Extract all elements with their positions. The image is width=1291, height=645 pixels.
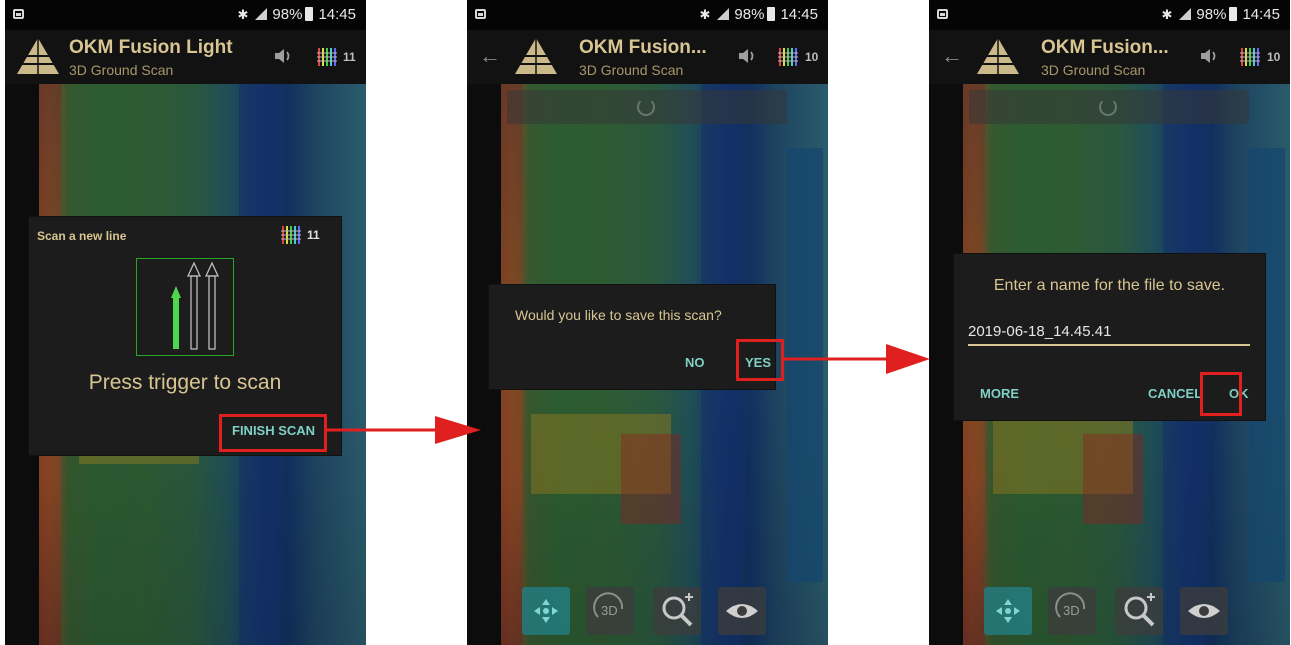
speaker-icon[interactable] [1199, 46, 1219, 66]
eye-icon [726, 604, 758, 618]
signal-icon [1179, 8, 1192, 20]
zoom-icon [1124, 593, 1155, 627]
eye-icon [1188, 604, 1220, 618]
status-bar: ✱ 98% 14:45 [929, 0, 1290, 30]
battery-percent: 98% [272, 6, 303, 23]
bluetooth-icon: ✱ [1161, 7, 1173, 22]
status-bar: ✱ 98% 14:45 [5, 0, 366, 30]
highlight-box [1200, 372, 1242, 416]
dialog-line-count: 11 [307, 228, 320, 242]
more-button[interactable]: MORE [980, 386, 1019, 401]
screenshot-icon [937, 9, 948, 19]
signal-icon [255, 8, 268, 20]
battery-icon [767, 7, 776, 21]
line-count: 10 [1267, 50, 1281, 64]
app-bar: ← OKM Fusion... 3D Ground Scan 10 [467, 30, 828, 84]
clock: 14:45 [780, 6, 818, 23]
phone-screen-3: ✱ 98% 14:45 ← OKM Fusion... 3D Ground Scan… [929, 0, 1290, 645]
rotate-3d-button[interactable]: 3D [1048, 587, 1096, 635]
scan-lines-icon[interactable] [777, 46, 799, 68]
move-icon [996, 599, 1020, 623]
rotate-3d-button[interactable]: 3D [586, 587, 634, 635]
highlight-box [219, 414, 327, 452]
speaker-icon[interactable] [273, 46, 293, 66]
filename-input[interactable] [968, 318, 1250, 346]
okm-logo-icon [17, 38, 59, 74]
status-bar: ✱ 98% 14:45 [467, 0, 828, 30]
phone-screen-1: ✱ 98% 14:45 OKM Fusion Light 3D Ground Sca… [5, 0, 366, 645]
okm-logo-icon [515, 38, 557, 74]
move-button[interactable] [984, 587, 1032, 635]
scan-lines-icon[interactable] [316, 46, 338, 68]
battery-percent: 98% [734, 6, 765, 23]
bluetooth-icon: ✱ [237, 7, 249, 22]
loading-bar [969, 90, 1249, 124]
save-scan-dialog: Would you like to save this scan? NO YES [489, 285, 775, 389]
battery-percent: 98% [1196, 6, 1227, 23]
speaker-icon[interactable] [737, 46, 757, 66]
move-icon [534, 599, 558, 623]
rotate-3d-label: 3D [1063, 603, 1080, 618]
line-count: 11 [343, 50, 356, 64]
app-title: OKM Fusion Light [69, 37, 233, 58]
battery-icon [305, 7, 314, 21]
app-subtitle: 3D Ground Scan [579, 62, 684, 78]
dialog-prompt: Enter a name for the file to save. [993, 277, 1226, 294]
view-button[interactable] [718, 587, 766, 635]
loading-bar [507, 90, 787, 124]
signal-icon [717, 8, 730, 20]
flow-arrow-1 [327, 416, 481, 444]
dialog-title: Scan a new line [37, 229, 127, 243]
app-subtitle: 3D Ground Scan [69, 62, 174, 78]
back-arrow-icon[interactable]: ← [479, 43, 501, 69]
scan-direction-icon [136, 258, 234, 356]
line-count: 10 [805, 50, 819, 64]
scan-lines-icon [281, 226, 301, 244]
clock: 14:45 [1242, 6, 1280, 23]
highlight-box [736, 339, 784, 381]
bluetooth-icon: ✱ [699, 7, 711, 22]
app-subtitle: 3D Ground Scan [1041, 62, 1146, 78]
scan-lines-icon[interactable] [1239, 46, 1261, 68]
okm-logo-icon [977, 38, 1019, 74]
app-bar: OKM Fusion Light 3D Ground Scan 11 [5, 30, 366, 84]
zoom-icon [662, 593, 693, 627]
no-button[interactable]: NO [685, 355, 705, 370]
battery-icon [1229, 7, 1238, 21]
rotate-3d-label: 3D [601, 603, 618, 618]
zoom-button[interactable] [653, 587, 701, 635]
move-button[interactable] [522, 587, 570, 635]
dialog-question: Would you like to save this scan? [515, 307, 722, 323]
app-title: OKM Fusion... [579, 37, 707, 58]
dialog-message: Press trigger to scan [88, 371, 282, 394]
phone-screen-2: ✱ 98% 14:45 ← OKM Fusion... 3D Ground Scan… [467, 0, 828, 645]
back-arrow-icon[interactable]: ← [941, 43, 963, 69]
view-button[interactable] [1180, 587, 1228, 635]
app-title: OKM Fusion... [1041, 37, 1169, 58]
cancel-button[interactable]: CANCEL [1148, 386, 1202, 401]
app-bar: ← OKM Fusion... 3D Ground Scan 10 [929, 30, 1290, 84]
screenshot-icon [475, 9, 486, 19]
zoom-button[interactable] [1115, 587, 1163, 635]
clock: 14:45 [318, 6, 356, 23]
flow-arrow-2 [782, 344, 930, 374]
screenshot-icon [13, 9, 24, 19]
